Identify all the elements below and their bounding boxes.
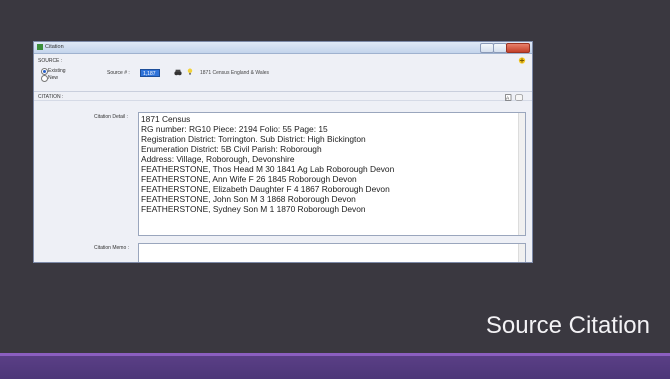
citation-window: Citation SOURCE : Existing New Source # … <box>33 41 533 263</box>
detail-line: FEATHERSTONE, John Son M 3 1868 Roboroug… <box>141 194 356 204</box>
citation-memo-textarea[interactable] <box>138 243 526 262</box>
detail-line: Address: Village, Roborough, Devonshire <box>141 154 295 164</box>
close-button[interactable] <box>506 43 530 53</box>
add-icon[interactable] <box>518 57 526 64</box>
maximize-button[interactable] <box>493 43 507 53</box>
detail-line: FEATHERSTONE, Thos Head M 30 1841 Ag Lab… <box>141 164 395 174</box>
radio-existing-label: Existing <box>48 68 66 74</box>
detail-line: RG number: RG10 Piece: 2194 Folio: 55 Pa… <box>141 124 328 134</box>
radio-new[interactable] <box>41 75 48 82</box>
source-title: 1871 Census England & Wales <box>200 70 270 76</box>
citation-memo-label: Citation Memo : <box>94 245 130 251</box>
detail-line: Registration District: Torrington. Sub D… <box>141 134 366 144</box>
binoculars-icon[interactable] <box>174 69 182 76</box>
slide: Citation SOURCE : Existing New Source # … <box>0 0 670 379</box>
expand-icon[interactable] <box>515 94 523 101</box>
radio-new-label: New <box>48 75 59 81</box>
footer-accent-bar <box>0 353 670 379</box>
detail-scrollbar[interactable] <box>518 113 525 235</box>
app-icon <box>37 44 43 50</box>
lightbulb-icon[interactable] <box>186 68 194 75</box>
slide-title: Source Citation <box>485 312 650 339</box>
window-titlebar: Citation <box>34 42 532 54</box>
window-title: Citation <box>45 44 64 50</box>
citation-detail-textarea[interactable]: 1871 Census RG number: RG10 Piece: 2194 … <box>138 112 526 236</box>
detail-line: FEATHERSTONE, Elizabeth Daughter F 4 186… <box>141 184 390 194</box>
source-number-label: Source # : <box>107 70 130 76</box>
citation-detail-label: Citation Detail : <box>94 114 128 120</box>
radio-existing[interactable] <box>41 68 48 75</box>
section-divider <box>34 91 532 92</box>
detail-line: 1871 Census <box>141 114 191 124</box>
detail-line: FEATHERSTONE, Sydney Son M 1 1870 Roboro… <box>141 204 366 214</box>
minimize-button[interactable] <box>480 43 494 53</box>
detail-line: Enumeration District: 5B Civil Parish: R… <box>141 144 322 154</box>
spellcheck-icon[interactable]: A <box>505 94 513 101</box>
memo-scrollbar[interactable] <box>518 244 525 262</box>
source-number-input[interactable]: 1,187 <box>140 69 160 77</box>
detail-line: FEATHERSTONE, Ann Wife F 26 1845 Roborou… <box>141 174 357 184</box>
source-section-label: SOURCE : <box>38 58 63 64</box>
citation-divider <box>34 100 532 101</box>
